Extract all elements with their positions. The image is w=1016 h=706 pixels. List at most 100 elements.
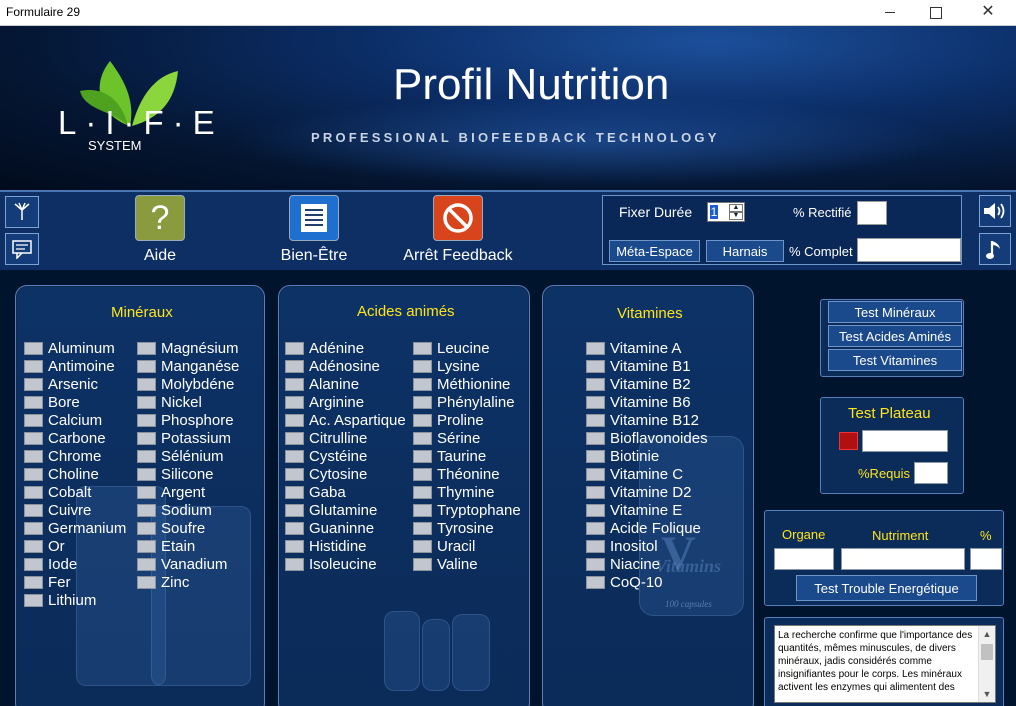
- vitamin-checkbox-item[interactable]: Bioflavonoides: [586, 429, 708, 447]
- mineral-checkbox-item[interactable]: Or: [24, 537, 65, 555]
- checkbox[interactable]: [586, 431, 605, 445]
- checkbox[interactable]: [137, 341, 156, 355]
- music-button[interactable]: [979, 233, 1011, 265]
- checkbox[interactable]: [24, 359, 43, 373]
- amino-acid-checkbox-item[interactable]: Glutamine: [285, 501, 377, 519]
- mineral-checkbox-item[interactable]: Fer: [24, 573, 71, 591]
- complet-field[interactable]: [857, 238, 961, 262]
- checkbox[interactable]: [137, 413, 156, 427]
- checkbox[interactable]: [413, 539, 432, 553]
- minimize-button[interactable]: [875, 2, 905, 22]
- checkbox[interactable]: [24, 413, 43, 427]
- test-acides-button[interactable]: Test Acides Aminés: [828, 325, 962, 347]
- checkbox[interactable]: [413, 413, 432, 427]
- amino-acid-checkbox-item[interactable]: Méthionine: [413, 375, 510, 393]
- amino-acid-checkbox-item[interactable]: Arginine: [285, 393, 364, 411]
- signal-icon-button[interactable]: [5, 196, 39, 228]
- duration-stepper[interactable]: 1 ▲ ▼: [707, 202, 745, 222]
- checkbox[interactable]: [586, 395, 605, 409]
- amino-acid-checkbox-item[interactable]: Guaninne: [285, 519, 374, 537]
- checkbox[interactable]: [24, 521, 43, 535]
- checkbox[interactable]: [24, 539, 43, 553]
- checkbox[interactable]: [586, 557, 605, 571]
- mineral-checkbox-item[interactable]: Germanium: [24, 519, 126, 537]
- checkbox[interactable]: [24, 485, 43, 499]
- checkbox[interactable]: [24, 503, 43, 517]
- amino-acid-checkbox-item[interactable]: Leucine: [413, 339, 490, 357]
- amino-acid-checkbox-item[interactable]: Isoleucine: [285, 555, 377, 573]
- amino-acid-checkbox-item[interactable]: Uracil: [413, 537, 475, 555]
- checkbox[interactable]: [137, 467, 156, 481]
- checkbox[interactable]: [137, 539, 156, 553]
- mineral-checkbox-item[interactable]: Arsenic: [24, 375, 98, 393]
- nutriment-field[interactable]: [841, 548, 965, 570]
- checkbox[interactable]: [586, 539, 605, 553]
- checkbox[interactable]: [586, 413, 605, 427]
- checkbox[interactable]: [586, 449, 605, 463]
- chat-icon-button[interactable]: [5, 233, 39, 265]
- checkbox[interactable]: [137, 557, 156, 571]
- mineral-checkbox-item[interactable]: Sodium: [137, 501, 212, 519]
- checkbox[interactable]: [586, 467, 605, 481]
- mineral-checkbox-item[interactable]: Aluminum: [24, 339, 115, 357]
- checkbox[interactable]: [285, 503, 304, 517]
- checkbox[interactable]: [24, 467, 43, 481]
- mineral-checkbox-item[interactable]: Antimoine: [24, 357, 115, 375]
- checkbox[interactable]: [137, 359, 156, 373]
- amino-acid-checkbox-item[interactable]: Histidine: [285, 537, 367, 555]
- amino-acid-checkbox-item[interactable]: Alanine: [285, 375, 359, 393]
- duration-value[interactable]: 1: [710, 205, 718, 219]
- mineral-checkbox-item[interactable]: Argent: [137, 483, 205, 501]
- mineral-checkbox-item[interactable]: Cobalt: [24, 483, 91, 501]
- mineral-checkbox-item[interactable]: Cuivre: [24, 501, 91, 519]
- amino-acid-checkbox-item[interactable]: Phénylaline: [413, 393, 515, 411]
- checkbox[interactable]: [586, 485, 605, 499]
- mineral-checkbox-item[interactable]: Chrome: [24, 447, 101, 465]
- checkbox[interactable]: [24, 341, 43, 355]
- amino-acid-checkbox-item[interactable]: Adénosine: [285, 357, 380, 375]
- mineral-checkbox-item[interactable]: Vanadium: [137, 555, 227, 573]
- checkbox[interactable]: [413, 431, 432, 445]
- mineral-checkbox-item[interactable]: Choline: [24, 465, 99, 483]
- checkbox[interactable]: [24, 449, 43, 463]
- checkbox[interactable]: [285, 377, 304, 391]
- test-mineraux-button[interactable]: Test Minéraux: [828, 301, 962, 323]
- mineral-checkbox-item[interactable]: Nickel: [137, 393, 202, 411]
- aide-button[interactable]: ? Aide: [135, 195, 185, 265]
- checkbox[interactable]: [137, 503, 156, 517]
- amino-acid-checkbox-item[interactable]: Tyrosine: [413, 519, 494, 537]
- amino-acid-checkbox-item[interactable]: Ac. Aspartique: [285, 411, 406, 429]
- mineral-checkbox-item[interactable]: Molybdéne: [137, 375, 234, 393]
- meta-espace-button[interactable]: Méta-Espace: [609, 240, 700, 262]
- checkbox[interactable]: [586, 377, 605, 391]
- checkbox[interactable]: [137, 377, 156, 391]
- amino-acid-checkbox-item[interactable]: Thymine: [413, 483, 495, 501]
- mineral-checkbox-item[interactable]: Potassium: [137, 429, 231, 447]
- amino-acid-checkbox-item[interactable]: Cytosine: [285, 465, 367, 483]
- checkbox[interactable]: [413, 341, 432, 355]
- vitamin-checkbox-item[interactable]: Vitamine D2: [586, 483, 691, 501]
- test-vitamines-button[interactable]: Test Vitamines: [828, 349, 962, 371]
- checkbox[interactable]: [285, 431, 304, 445]
- checkbox[interactable]: [285, 413, 304, 427]
- scroll-up-icon[interactable]: ▲: [979, 626, 995, 642]
- checkbox[interactable]: [413, 557, 432, 571]
- amino-acid-checkbox-item[interactable]: Taurine: [413, 447, 486, 465]
- close-button[interactable]: ✕: [968, 2, 1008, 22]
- checkbox[interactable]: [137, 395, 156, 409]
- vitamin-checkbox-item[interactable]: Biotinie: [586, 447, 659, 465]
- scroll-down-icon[interactable]: ▼: [979, 686, 995, 702]
- checkbox[interactable]: [137, 431, 156, 445]
- amino-acid-checkbox-item[interactable]: Adénine: [285, 339, 364, 357]
- vitamin-checkbox-item[interactable]: Inositol: [586, 537, 658, 555]
- mineral-checkbox-item[interactable]: Magnésium: [137, 339, 239, 357]
- amino-acid-checkbox-item[interactable]: Citrulline: [285, 429, 367, 447]
- amino-acid-checkbox-item[interactable]: Théonine: [413, 465, 500, 483]
- vitamin-checkbox-item[interactable]: Vitamine B2: [586, 375, 691, 393]
- rectifie-field[interactable]: [857, 201, 887, 225]
- mineral-checkbox-item[interactable]: Etain: [137, 537, 195, 555]
- mineral-checkbox-item[interactable]: Zinc: [137, 573, 189, 591]
- description-scrollbar[interactable]: ▲ ▼: [978, 626, 995, 702]
- checkbox[interactable]: [413, 467, 432, 481]
- checkbox[interactable]: [285, 557, 304, 571]
